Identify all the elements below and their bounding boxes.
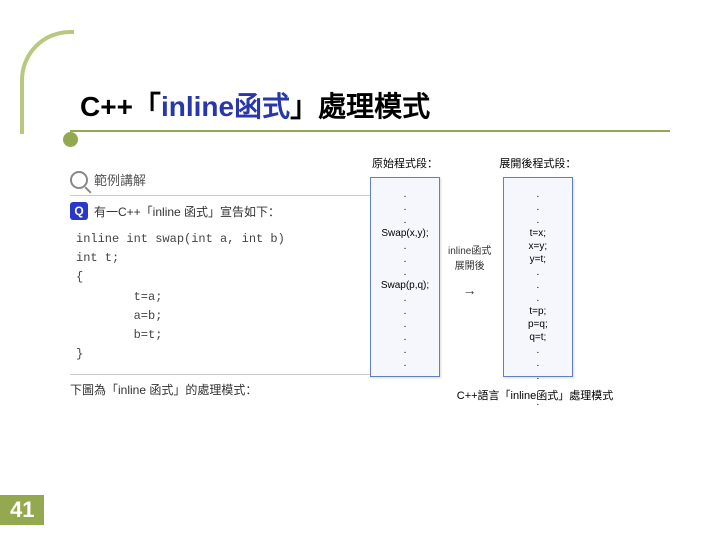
diagram-left-col: 原始程式段： . . . Swap(x,y); . . . Swap(p,q);… (370, 155, 440, 377)
title-underline (70, 130, 670, 132)
right-col-title: 展開後程式段： (499, 155, 576, 171)
question-text: 有一C++「inline 函式」宣告如下： (94, 203, 280, 220)
magnifier-icon (70, 171, 88, 189)
slide-title: C++「inline函式」處理模式 (80, 85, 430, 125)
title-part1: C++「 (80, 91, 161, 122)
arrow-label-1: inline函式 (448, 242, 491, 257)
arrow-column: inline函式 展開後 → (448, 155, 491, 355)
right-box: . . . t=x; x=y; y=t; . . . t=p; p=q; q=t… (503, 177, 573, 377)
arrow-icon: → (463, 282, 477, 298)
example-header: 範例講解 (70, 170, 370, 189)
note-text: 下圖為「inline 函式」的處理模式： (70, 381, 370, 398)
divider (70, 195, 370, 196)
arrow-label-2: 展開後 (455, 257, 485, 272)
left-col-title: 原始程式段： (372, 155, 438, 171)
code-snippet: inline int swap(int a, int b) int t; { t… (70, 226, 370, 368)
title-part2: inline函式 (161, 91, 290, 122)
q-badge-icon: Q (70, 202, 88, 220)
diagram-right-col: 展開後程式段： . . . t=x; x=y; y=t; . . . t=p; … (499, 155, 576, 377)
divider (70, 374, 370, 375)
example-block: 範例講解 Q 有一C++「inline 函式」宣告如下： inline int … (70, 170, 370, 398)
example-label: 範例講解 (94, 170, 146, 189)
diagram-caption: C++語言「inline函式」處理模式 (370, 387, 700, 403)
left-box: . . . Swap(x,y); . . . Swap(p,q); . . . … (370, 177, 440, 377)
decorative-dot (63, 132, 78, 147)
page-number: 41 (0, 495, 44, 525)
diagram-block: 原始程式段： . . . Swap(x,y); . . . Swap(p,q);… (370, 155, 700, 403)
question-row: Q 有一C++「inline 函式」宣告如下： (70, 202, 370, 220)
title-part3: 」處理模式 (290, 91, 430, 122)
